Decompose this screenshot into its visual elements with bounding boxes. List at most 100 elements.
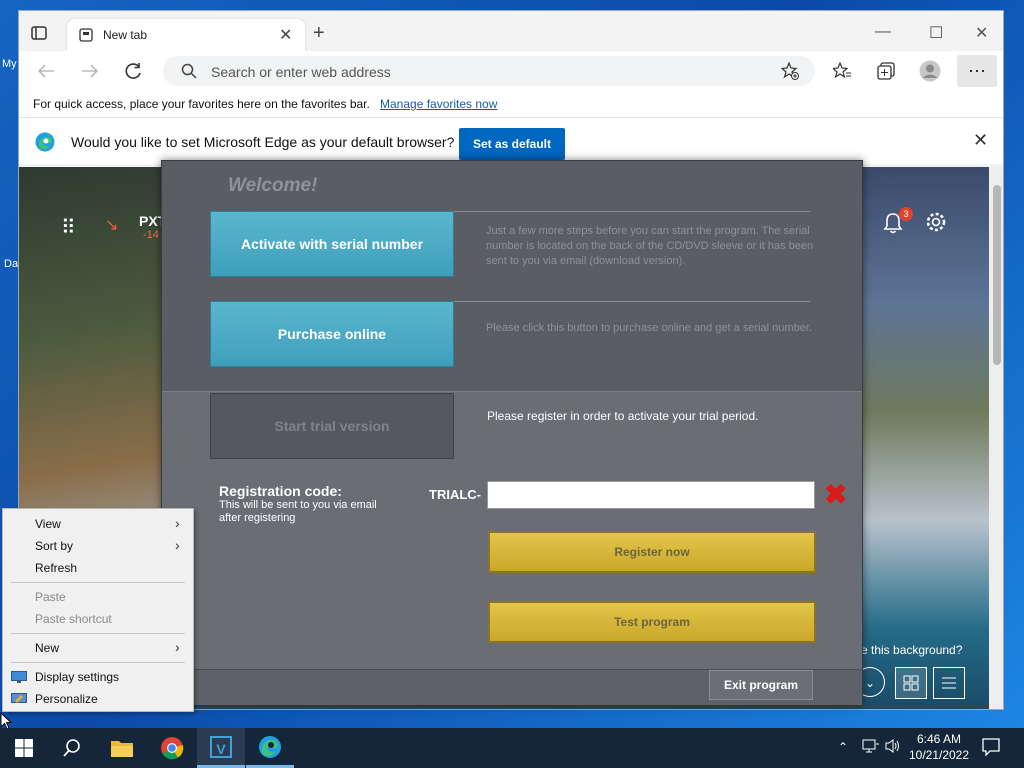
manage-favorites-link[interactable]: Manage favorites now <box>380 97 497 111</box>
forward-arrow-icon[interactable] <box>77 59 103 83</box>
menu-separator <box>11 633 185 634</box>
menu-item-new[interactable]: New › <box>3 637 193 659</box>
page-scrollbar[interactable] <box>989 167 1003 709</box>
menu-item-label: Paste shortcut <box>35 612 112 626</box>
search-icon[interactable] <box>48 728 96 768</box>
settings-more-icon[interactable]: ⋯ <box>957 55 997 87</box>
menu-item-display-settings[interactable]: Display settings <box>3 666 193 688</box>
back-arrow-icon[interactable] <box>33 59 59 83</box>
activate-description: Just a few more steps before you can sta… <box>486 225 814 267</box>
registration-prefix: TRIALC- <box>429 487 481 502</box>
chevron-up-icon[interactable]: ⌃ <box>838 740 848 754</box>
edge-taskbar-icon[interactable] <box>246 728 294 768</box>
minimize-icon[interactable]: — <box>875 23 891 41</box>
purchase-online-button[interactable]: Purchase online <box>210 301 454 367</box>
menu-separator <box>11 662 185 663</box>
stock-down-icon: ↘ <box>105 217 119 234</box>
background-question-link[interactable]: e this background? <box>861 643 962 657</box>
app-v-taskbar-icon[interactable]: V <box>197 728 245 768</box>
file-explorer-icon[interactable] <box>98 728 146 768</box>
clock-date: 10/21/2022 <box>908 748 970 762</box>
close-window-icon[interactable]: ✕ <box>975 23 988 43</box>
stock-change: -14 <box>143 229 159 241</box>
menu-item-label: Paste <box>35 590 66 604</box>
menu-item-label: Refresh <box>35 561 78 575</box>
test-program-button[interactable]: Test program <box>488 601 816 643</box>
scrollbar-thumb[interactable] <box>993 185 1001 365</box>
new-tab-page-icon <box>79 28 93 45</box>
tab-close-icon[interactable]: ✕ <box>279 25 292 45</box>
address-bar[interactable]: Search or enter web address <box>163 56 815 86</box>
app-v-glyph: V <box>210 735 232 758</box>
notification-center-icon[interactable] <box>982 738 1000 759</box>
add-favorite-icon[interactable] <box>780 61 799 83</box>
address-placeholder: Search or enter web address <box>211 64 391 80</box>
tab-actions-icon[interactable] <box>29 23 49 43</box>
list-layout-icon[interactable] <box>933 667 965 699</box>
registration-code-input[interactable] <box>487 481 815 509</box>
start-windows-icon[interactable] <box>0 728 48 768</box>
dialog-title: Welcome! <box>228 175 318 196</box>
menu-item-view[interactable]: View › <box>3 513 193 535</box>
volume-icon[interactable] <box>884 738 902 757</box>
menu-item-label: Personalize <box>35 692 98 706</box>
exit-program-button[interactable]: Exit program <box>709 670 813 700</box>
page-settings-gear-icon[interactable] <box>925 211 947 236</box>
background-image-right <box>855 167 1003 709</box>
activate-serial-button[interactable]: Activate with serial number <box>210 211 454 277</box>
registration-code-label: Registration code: <box>219 483 342 499</box>
menu-item-refresh[interactable]: Refresh <box>3 557 193 579</box>
grid-layout-icon[interactable] <box>895 667 927 699</box>
new-tab-button[interactable]: + <box>313 23 325 43</box>
menu-item-paste-shortcut[interactable]: Paste shortcut <box>3 608 193 630</box>
clock-time: 6:46 AM <box>916 732 962 746</box>
menu-item-sort-by[interactable]: Sort by › <box>3 535 193 557</box>
edge-logo-icon <box>35 132 55 155</box>
set-as-default-button[interactable]: Set as default <box>459 128 565 160</box>
close-infobar-icon[interactable]: ✕ <box>973 130 988 151</box>
apps-launcher-icon[interactable]: ⠿ <box>61 215 77 240</box>
favorites-icon[interactable] <box>829 59 855 83</box>
profile-avatar-icon[interactable] <box>917 59 943 83</box>
search-icon <box>181 63 197 82</box>
chevron-right-icon: › <box>175 537 180 553</box>
favorites-bar: For quick access, place your favorites h… <box>19 91 1003 117</box>
desktop-context-menu: View › Sort by › Refresh Paste Paste sho… <box>2 508 194 712</box>
menu-item-paste[interactable]: Paste <box>3 586 193 608</box>
chevron-right-icon: › <box>175 515 180 531</box>
default-browser-infobar: Would you like to set Microsoft Edge as … <box>19 117 1003 164</box>
registration-code-sublabel: This will be sent to you via email after… <box>219 499 377 524</box>
default-browser-question: Would you like to set Microsoft Edge as … <box>71 134 455 150</box>
activation-dialog: Welcome! Activate with serial number Jus… <box>161 160 863 705</box>
divider <box>454 301 810 302</box>
divider <box>454 211 810 212</box>
maximize-icon[interactable]: ☐ <box>929 23 943 43</box>
desktop-icon-label[interactable]: Da <box>4 258 18 270</box>
system-clock[interactable]: 6:46 AM 10/21/2022 <box>906 731 972 763</box>
refresh-icon[interactable] <box>121 59 147 83</box>
register-now-button[interactable]: Register now <box>488 531 816 573</box>
favorites-bar-text: For quick access, place your favorites h… <box>33 97 370 111</box>
menu-item-label: Display settings <box>35 670 120 684</box>
menu-separator <box>11 582 185 583</box>
personalize-icon <box>11 693 27 708</box>
menu-item-personalize[interactable]: Personalize <box>3 688 193 710</box>
desktop-icon-label[interactable]: My <box>2 58 17 70</box>
tab-title: New tab <box>103 28 148 42</box>
display-settings-icon <box>11 671 27 686</box>
chevron-right-icon: › <box>175 639 180 655</box>
collections-icon[interactable] <box>873 59 899 83</box>
clear-code-icon[interactable]: ✖ <box>824 480 847 510</box>
purchase-description: Please click this button to purchase onl… <box>486 322 812 334</box>
notification-badge: 3 <box>899 207 913 221</box>
chrome-icon[interactable] <box>148 728 196 768</box>
network-icon[interactable] <box>862 738 880 757</box>
start-trial-button[interactable]: Start trial version <box>210 393 454 459</box>
browser-toolbar: Search or enter web address ⋯ <box>19 51 1003 91</box>
menu-item-label: View <box>35 517 61 531</box>
trial-description: Please register in order to activate you… <box>487 409 759 423</box>
tab-new-tab[interactable]: New tab ✕ <box>67 19 305 51</box>
tab-bar: New tab ✕ + — ☐ ✕ <box>19 11 1003 51</box>
taskbar: V ⌃ 6:46 AM 10/21/2022 <box>0 728 1024 768</box>
menu-item-label: New <box>35 641 60 655</box>
